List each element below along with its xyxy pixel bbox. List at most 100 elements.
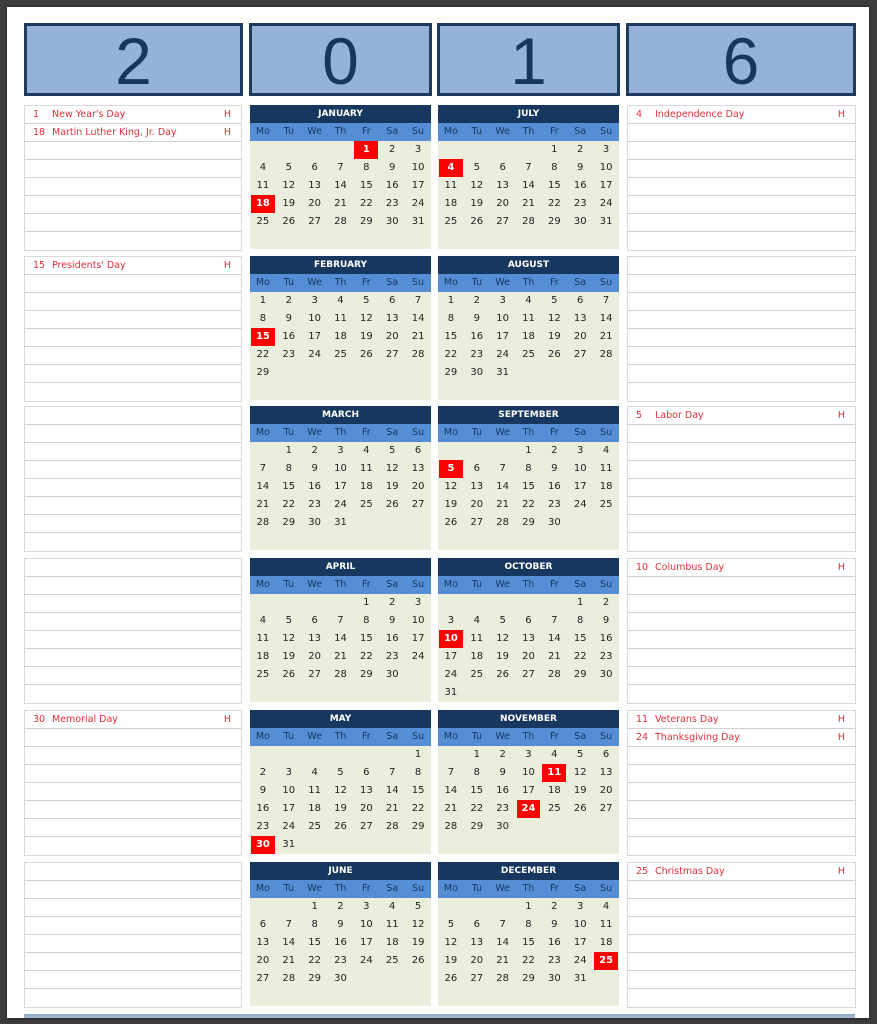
- date-cell[interactable]: 24: [302, 346, 328, 364]
- date-cell[interactable]: 5: [328, 764, 354, 782]
- holiday-list-row[interactable]: [628, 515, 855, 533]
- date-cell[interactable]: 1: [302, 898, 328, 916]
- date-cell[interactable]: 5: [541, 292, 567, 310]
- date-cell[interactable]: 3: [516, 746, 542, 764]
- holiday-list-row[interactable]: [25, 971, 241, 989]
- holiday-date-cell[interactable]: 15: [251, 328, 275, 346]
- holiday-date-cell[interactable]: 4: [439, 159, 463, 177]
- date-cell[interactable]: 4: [516, 292, 542, 310]
- date-cell[interactable]: 31: [438, 684, 464, 702]
- date-cell[interactable]: 16: [250, 800, 276, 818]
- date-cell[interactable]: 2: [541, 442, 567, 460]
- date-cell[interactable]: 25: [302, 818, 328, 836]
- date-cell[interactable]: 1: [567, 594, 593, 612]
- holiday-list-row[interactable]: [628, 953, 855, 971]
- date-cell[interactable]: 11: [464, 630, 490, 648]
- date-cell[interactable]: 6: [490, 159, 516, 177]
- holiday-list-row[interactable]: [25, 329, 241, 347]
- date-cell[interactable]: 13: [405, 460, 431, 478]
- date-cell[interactable]: 26: [438, 970, 464, 988]
- date-cell[interactable]: 6: [593, 746, 619, 764]
- holiday-list-row[interactable]: [628, 819, 855, 837]
- date-cell[interactable]: 18: [541, 782, 567, 800]
- date-cell[interactable]: 29: [276, 514, 302, 532]
- date-cell[interactable]: 18: [353, 478, 379, 496]
- date-cell[interactable]: 22: [438, 346, 464, 364]
- date-cell[interactable]: 25: [328, 346, 354, 364]
- date-cell[interactable]: 20: [302, 195, 328, 213]
- holiday-list-row[interactable]: 1 New Year's Day H: [25, 106, 241, 124]
- date-cell[interactable]: 22: [516, 952, 542, 970]
- date-cell[interactable]: 31: [593, 213, 619, 231]
- date-cell[interactable]: 17: [593, 177, 619, 195]
- date-cell[interactable]: 15: [464, 782, 490, 800]
- date-cell[interactable]: 29: [302, 970, 328, 988]
- date-cell[interactable]: 7: [490, 460, 516, 478]
- date-cell[interactable]: 5: [405, 898, 431, 916]
- date-cell[interactable]: 16: [593, 630, 619, 648]
- date-cell[interactable]: 19: [276, 195, 302, 213]
- date-cell[interactable]: 15: [405, 782, 431, 800]
- date-cell[interactable]: 8: [276, 460, 302, 478]
- date-cell[interactable]: 20: [302, 648, 328, 666]
- holiday-list-row[interactable]: [25, 881, 241, 899]
- date-cell[interactable]: 7: [541, 612, 567, 630]
- holiday-list-row[interactable]: [628, 989, 855, 1007]
- date-cell[interactable]: 29: [353, 213, 379, 231]
- date-cell[interactable]: 9: [276, 310, 302, 328]
- date-cell[interactable]: 18: [302, 800, 328, 818]
- date-cell[interactable]: 6: [302, 159, 328, 177]
- date-cell[interactable]: 7: [438, 764, 464, 782]
- date-cell[interactable]: 20: [353, 800, 379, 818]
- date-cell[interactable]: 5: [464, 159, 490, 177]
- date-cell[interactable]: 3: [567, 898, 593, 916]
- date-cell[interactable]: 16: [328, 934, 354, 952]
- holiday-list-row[interactable]: [25, 178, 241, 196]
- holiday-list-row[interactable]: [25, 783, 241, 801]
- date-cell[interactable]: 16: [567, 177, 593, 195]
- date-cell[interactable]: 28: [490, 970, 516, 988]
- date-cell[interactable]: 12: [405, 916, 431, 934]
- date-cell[interactable]: 21: [490, 952, 516, 970]
- holiday-list-row[interactable]: [628, 232, 855, 250]
- date-cell[interactable]: 27: [250, 970, 276, 988]
- date-cell[interactable]: 14: [516, 177, 542, 195]
- date-cell[interactable]: 6: [567, 292, 593, 310]
- date-cell[interactable]: 19: [405, 934, 431, 952]
- date-cell[interactable]: 5: [490, 612, 516, 630]
- date-cell[interactable]: 2: [328, 898, 354, 916]
- date-cell[interactable]: 14: [379, 782, 405, 800]
- date-cell[interactable]: 12: [541, 310, 567, 328]
- date-cell[interactable]: 3: [328, 442, 354, 460]
- holiday-list-row[interactable]: 18 Martin Luther King, Jr. Day H: [25, 124, 241, 142]
- date-cell[interactable]: 16: [541, 478, 567, 496]
- holiday-list-row[interactable]: [25, 275, 241, 293]
- date-cell[interactable]: 24: [567, 496, 593, 514]
- date-cell[interactable]: 12: [328, 782, 354, 800]
- date-cell[interactable]: 29: [438, 364, 464, 382]
- holiday-list-row[interactable]: [25, 160, 241, 178]
- date-cell[interactable]: 9: [302, 460, 328, 478]
- holiday-list-row[interactable]: [628, 935, 855, 953]
- date-cell[interactable]: 13: [567, 310, 593, 328]
- date-cell[interactable]: 26: [405, 952, 431, 970]
- date-cell[interactable]: 20: [379, 328, 405, 346]
- holiday-list-row[interactable]: [628, 142, 855, 160]
- date-cell[interactable]: 20: [593, 782, 619, 800]
- date-cell[interactable]: 15: [541, 177, 567, 195]
- date-cell[interactable]: 24: [405, 648, 431, 666]
- date-cell[interactable]: 7: [405, 292, 431, 310]
- holiday-list-row[interactable]: [628, 383, 855, 401]
- date-cell[interactable]: 5: [353, 292, 379, 310]
- date-cell[interactable]: 18: [464, 648, 490, 666]
- date-cell[interactable]: 9: [567, 159, 593, 177]
- holiday-list-row[interactable]: [628, 365, 855, 383]
- date-cell[interactable]: 15: [276, 478, 302, 496]
- date-cell[interactable]: 30: [541, 514, 567, 532]
- date-cell[interactable]: 11: [516, 310, 542, 328]
- date-cell[interactable]: 12: [276, 177, 302, 195]
- date-cell[interactable]: 11: [250, 630, 276, 648]
- holiday-list-row[interactable]: [628, 178, 855, 196]
- date-cell[interactable]: 17: [516, 782, 542, 800]
- date-cell[interactable]: 3: [405, 594, 431, 612]
